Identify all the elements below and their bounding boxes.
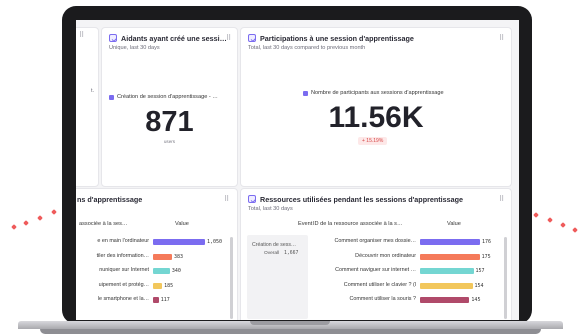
column-header-value[interactable]: Value: [175, 221, 189, 227]
table-row-bar: [420, 253, 480, 260]
card-menu-icon[interactable]: ⠿: [499, 195, 504, 203]
card-partial-text: t.: [91, 88, 95, 94]
table-row-bar: [420, 239, 480, 245]
insight-icon: [248, 195, 256, 203]
table-row-bar: [153, 297, 159, 303]
card-ressources: Ressources utilisées pendant les session…: [240, 188, 512, 320]
decor-dot: [23, 220, 29, 226]
table-row-bar: [420, 297, 470, 303]
dashboard-screen: ⠿ t. Aidants ayant créé une sessi… ⠿ Uni…: [76, 20, 519, 320]
metric-delta-badge: + 15.19%: [358, 137, 388, 145]
table-row-label[interactable]: Comment naviguer sur internet …: [335, 267, 416, 273]
card-partial-left: ⠿ t.: [76, 27, 99, 187]
table-row-label[interactable]: Comment utiliser le clavier ? (l: [344, 282, 416, 288]
card-title[interactable]: Ressources utilisées pendant les session…: [260, 195, 463, 204]
table-row-label[interactable]: Comment utiliser la souris ?: [349, 296, 416, 302]
series-name: Nombre de participants aux sessions d'ap…: [311, 90, 444, 96]
series-legend: Création de session d'apprentissage - …: [109, 94, 218, 100]
card-subtitle: Total, last 30 days: [248, 206, 293, 212]
table-row-value: 185: [164, 282, 174, 289]
table-row-label[interactable]: nuniquer sur Internet: [99, 267, 149, 273]
table-row-bar: [420, 268, 474, 274]
decor-dot: [572, 227, 578, 233]
event-overall-value: 1,667: [284, 251, 299, 256]
card-menu-icon[interactable]: ⠿: [226, 34, 231, 42]
column-header-event[interactable]: Event: [298, 221, 312, 227]
series-name: Création de session d'apprentissage - …: [117, 94, 218, 100]
decor-dot: [533, 212, 539, 218]
table-row-bar: [153, 239, 205, 245]
table-row-value: 1,050: [207, 239, 223, 245]
insight-icon: [109, 34, 117, 42]
table-row-bar: [153, 268, 170, 274]
table-row-value: 340: [171, 268, 181, 274]
table-scrollbar[interactable]: [230, 237, 233, 319]
decor-dot: [547, 217, 553, 223]
column-header-value[interactable]: Value: [447, 221, 461, 227]
card-participations: Participations à une session d'apprentis…: [240, 27, 512, 187]
table-row-bar: [153, 253, 172, 260]
event-overall-label: Overall: [264, 251, 280, 256]
table-row-value: 175: [481, 253, 491, 260]
event-name: Création de sess…: [252, 242, 297, 248]
series-color-swatch: [303, 90, 308, 96]
card-menu-icon[interactable]: ⠿: [79, 31, 84, 39]
table-row-label[interactable]: tiler des information…: [97, 253, 149, 259]
series-legend: Nombre de participants aux sessions d'ap…: [303, 90, 444, 96]
event-cell[interactable]: Création de sess… Overall 1,667: [247, 235, 308, 319]
table-row-value: 154: [474, 282, 484, 289]
card-title[interactable]: ns d'apprentissage: [77, 195, 142, 204]
table-row-value: 176: [482, 239, 492, 245]
table-row-label[interactable]: le smartphone et la…: [98, 296, 149, 302]
card-subtitle: Unique, last 30 days: [109, 45, 160, 51]
card-menu-icon[interactable]: ⠿: [224, 195, 229, 203]
column-header[interactable]: associée à la ses…: [79, 221, 128, 227]
table-row-label[interactable]: uipement et protég…: [99, 282, 149, 288]
column-header-id[interactable]: ID de la ressource associée à la s…: [313, 221, 403, 227]
card-title[interactable]: Aidants ayant créé une sessi…: [121, 34, 227, 43]
table-row-value: 157: [475, 268, 485, 274]
laptop-base: [0, 318, 581, 335]
card-sessions: ns d'apprentissage ⠿ associée à la ses… …: [76, 188, 238, 320]
metric-value: 871: [145, 106, 194, 138]
card-subtitle: Total, last 30 days compared to previous…: [248, 45, 366, 51]
table-row-value: 145: [471, 297, 481, 303]
insight-icon: [248, 34, 256, 42]
decor-dot: [560, 222, 566, 228]
table-row-bar: [420, 282, 473, 289]
table-row-bar: [153, 282, 163, 289]
decor-dot: [11, 224, 17, 230]
decor-dot: [37, 215, 43, 221]
table-row-label[interactable]: Comment organiser mes dossie…: [335, 238, 417, 244]
table-row-label[interactable]: e en main l'ordinateur: [97, 238, 149, 244]
table-scrollbar[interactable]: [504, 237, 507, 319]
decor-dot: [51, 209, 57, 215]
table-row-value: 383: [173, 253, 183, 260]
table-row-value: 117: [160, 297, 170, 303]
metric-value: 11.56K: [328, 101, 424, 134]
card-menu-icon[interactable]: ⠿: [499, 34, 504, 42]
series-color-swatch: [109, 94, 114, 100]
metric-unit: users: [163, 139, 176, 144]
table-row-label[interactable]: Découvrir mon ordinateur: [355, 253, 416, 259]
card-aidants: Aidants ayant créé une sessi… ⠿ Unique, …: [101, 27, 238, 187]
card-title[interactable]: Participations à une session d'apprentis…: [260, 34, 414, 43]
